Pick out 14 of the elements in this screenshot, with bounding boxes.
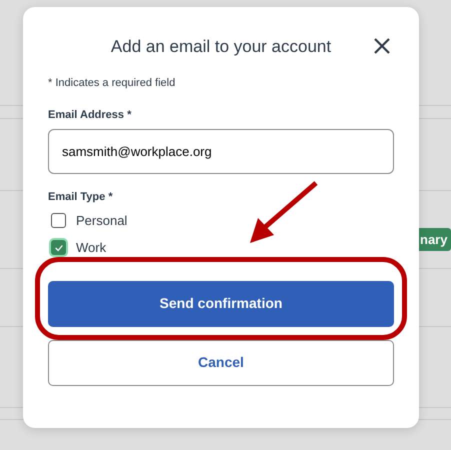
status-badge: nary bbox=[419, 228, 451, 251]
checkbox-label: Work bbox=[76, 238, 106, 257]
field-label: Email Type * bbox=[48, 190, 114, 205]
email-field[interactable]: samsmith@workplace.org bbox=[48, 129, 394, 174]
field-label: Email Address * bbox=[48, 108, 132, 122]
send-button[interactable]: Send confirmation bbox=[48, 280, 394, 326]
close-icon[interactable] bbox=[372, 36, 392, 56]
checkbox[interactable] bbox=[51, 213, 66, 228]
check-icon bbox=[54, 242, 64, 252]
checkbox[interactable] bbox=[51, 240, 66, 255]
dialog-title: Add an email to your account bbox=[110, 36, 332, 58]
checkbox-label: Personal bbox=[76, 212, 128, 230]
required-note: * Indicates a required field bbox=[48, 76, 176, 91]
cancel-button[interactable]: Cancel bbox=[48, 340, 394, 386]
